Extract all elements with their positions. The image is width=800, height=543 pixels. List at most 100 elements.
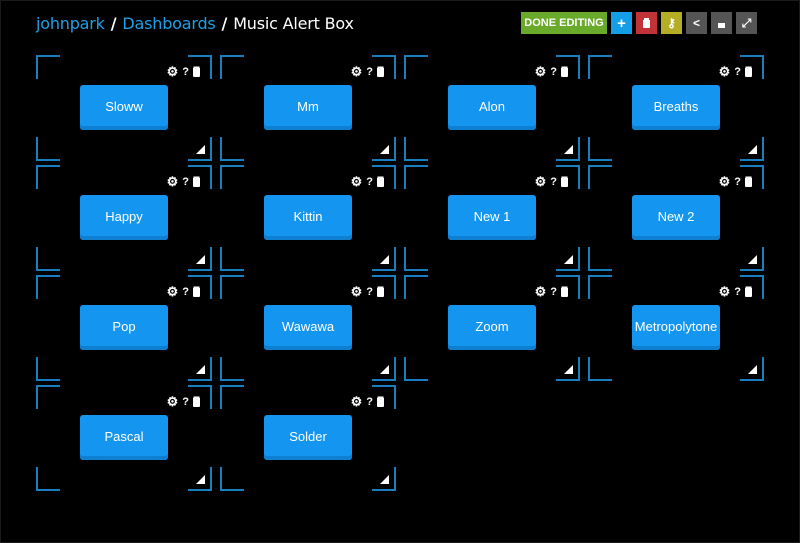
trash-icon[interactable]	[745, 177, 752, 187]
dashboard-block[interactable]: ⚙? Pop	[36, 275, 212, 381]
trash-icon	[643, 20, 650, 28]
gear-icon[interactable]: ⚙	[535, 64, 547, 80]
momentary-button[interactable]: Pop	[80, 305, 168, 350]
trash-icon[interactable]	[193, 177, 200, 187]
block-corner	[220, 275, 244, 299]
resize-handle[interactable]	[196, 365, 205, 374]
resize-handle[interactable]	[380, 255, 389, 264]
momentary-button[interactable]: New 2	[632, 195, 720, 240]
momentary-button[interactable]: Solder	[264, 415, 352, 460]
help-icon[interactable]: ?	[366, 396, 373, 408]
momentary-button[interactable]: Sloww	[80, 85, 168, 130]
help-icon[interactable]: ?	[734, 176, 741, 188]
momentary-button[interactable]: Happy	[80, 195, 168, 240]
gear-icon[interactable]: ⚙	[167, 284, 179, 300]
trash-icon[interactable]	[561, 287, 568, 297]
resize-handle[interactable]	[748, 145, 757, 154]
dashboard-block[interactable]: ⚙? Alon	[404, 55, 580, 161]
trash-icon[interactable]	[745, 67, 752, 77]
trash-icon[interactable]	[377, 287, 384, 297]
resize-handle[interactable]	[196, 475, 205, 484]
momentary-button[interactable]: New 1	[448, 195, 536, 240]
gear-icon[interactable]: ⚙	[351, 64, 363, 80]
help-icon[interactable]: ?	[182, 66, 189, 78]
resize-handle[interactable]	[564, 255, 573, 264]
dashboard-block[interactable]: ⚙? Zoom	[404, 275, 580, 381]
dashboard-block[interactable]: ⚙? Happy	[36, 165, 212, 271]
momentary-button[interactable]: Pascal	[80, 415, 168, 460]
resize-handle[interactable]	[380, 475, 389, 484]
trash-icon[interactable]	[193, 397, 200, 407]
resize-handle[interactable]	[380, 145, 389, 154]
breadcrumb-dashboards-link[interactable]: Dashboards	[122, 14, 215, 33]
momentary-button[interactable]: Metropolytone	[632, 305, 720, 350]
breadcrumb-user-link[interactable]: johnpark	[36, 14, 105, 33]
resize-handle[interactable]	[748, 365, 757, 374]
gear-icon[interactable]: ⚙	[167, 64, 179, 80]
trash-icon[interactable]	[377, 397, 384, 407]
resize-handle[interactable]	[564, 145, 573, 154]
resize-handle[interactable]	[196, 145, 205, 154]
key-button[interactable]: ⚷	[661, 12, 682, 34]
trash-icon[interactable]	[561, 67, 568, 77]
dashboard-block[interactable]: ⚙? Metropolytone	[588, 275, 764, 381]
dashboard-block[interactable]: ⚙? New 1	[404, 165, 580, 271]
block-tools: ⚙?	[719, 174, 752, 190]
help-icon[interactable]: ?	[366, 286, 373, 298]
gear-icon[interactable]: ⚙	[719, 64, 731, 80]
expand-icon: ⤢	[741, 15, 752, 30]
help-icon[interactable]: ?	[182, 176, 189, 188]
help-icon[interactable]: ?	[182, 396, 189, 408]
gear-icon[interactable]: ⚙	[167, 394, 179, 410]
trash-icon[interactable]	[377, 67, 384, 77]
fullscreen-button[interactable]: ⤢	[736, 12, 757, 34]
momentary-button[interactable]: Kittin	[264, 195, 352, 240]
gear-icon[interactable]: ⚙	[351, 174, 363, 190]
dashboard-block[interactable]: ⚙? Kittin	[220, 165, 396, 271]
trash-icon[interactable]	[377, 177, 384, 187]
help-icon[interactable]: ?	[550, 176, 557, 188]
resize-handle[interactable]	[748, 255, 757, 264]
delete-dashboard-button[interactable]	[636, 12, 657, 34]
help-icon[interactable]: ?	[734, 286, 741, 298]
gear-icon[interactable]: ⚙	[351, 394, 363, 410]
trash-icon[interactable]	[193, 67, 200, 77]
help-icon[interactable]: ?	[366, 66, 373, 78]
help-icon[interactable]: ?	[550, 286, 557, 298]
dashboard-block[interactable]: ⚙? Pascal	[36, 385, 212, 491]
resize-handle[interactable]	[380, 365, 389, 374]
done-editing-button[interactable]: DONE EDITING	[521, 12, 607, 34]
help-icon[interactable]: ?	[182, 286, 189, 298]
dashboard-block[interactable]: ⚙? Mm	[220, 55, 396, 161]
gear-icon[interactable]: ⚙	[167, 174, 179, 190]
gear-icon[interactable]: ⚙	[535, 284, 547, 300]
dashboard-block[interactable]: ⚙? Wawawa	[220, 275, 396, 381]
block-corner	[588, 165, 612, 189]
resize-handle[interactable]	[196, 255, 205, 264]
gear-icon[interactable]: ⚙	[719, 174, 731, 190]
block-corner	[220, 165, 244, 189]
add-block-button[interactable]: +	[611, 12, 632, 34]
help-icon[interactable]: ?	[550, 66, 557, 78]
trash-icon[interactable]	[745, 287, 752, 297]
momentary-button[interactable]: Breaths	[632, 85, 720, 130]
dashboard-block[interactable]: ⚙? Solder	[220, 385, 396, 491]
trash-icon[interactable]	[561, 177, 568, 187]
momentary-button[interactable]: Mm	[264, 85, 352, 130]
dashboard-block[interactable]: ⚙? New 2	[588, 165, 764, 271]
resize-handle[interactable]	[564, 365, 573, 374]
gear-icon[interactable]: ⚙	[719, 284, 731, 300]
trash-icon[interactable]	[193, 287, 200, 297]
gear-icon[interactable]: ⚙	[351, 284, 363, 300]
momentary-button[interactable]: Zoom	[448, 305, 536, 350]
share-button[interactable]: <	[686, 12, 707, 34]
momentary-button[interactable]: Wawawa	[264, 305, 352, 350]
dashboard-block[interactable]: ⚙? Breaths	[588, 55, 764, 161]
help-icon[interactable]: ?	[366, 176, 373, 188]
help-icon[interactable]: ?	[734, 66, 741, 78]
gear-icon[interactable]: ⚙	[535, 174, 547, 190]
unlock-button[interactable]	[711, 12, 732, 34]
momentary-button[interactable]: Alon	[448, 85, 536, 130]
dashboard-block[interactable]: ⚙? Sloww	[36, 55, 212, 161]
block-corner	[404, 137, 428, 161]
